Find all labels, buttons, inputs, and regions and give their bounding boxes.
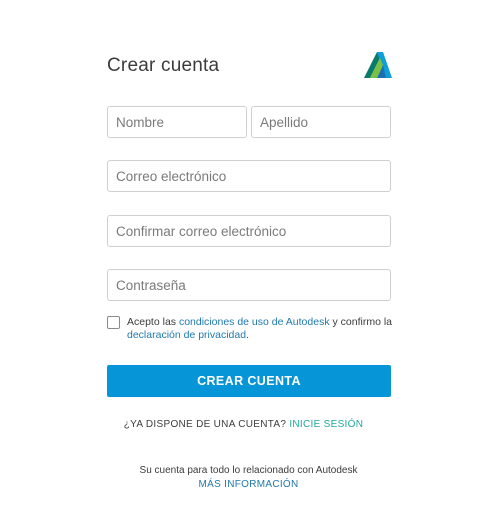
- create-account-button[interactable]: CREAR CUENTA: [107, 365, 391, 397]
- confirm-email-input[interactable]: [107, 215, 391, 247]
- privacy-statement-link[interactable]: declaración de privacidad: [127, 329, 246, 341]
- terms-text: Acepto las condiciones de uso de Autodes…: [127, 316, 397, 342]
- password-input[interactable]: [107, 269, 391, 301]
- last-name-input[interactable]: [251, 106, 391, 138]
- first-name-input[interactable]: [107, 106, 247, 138]
- more-info-link[interactable]: MÁS INFORMACIÓN: [198, 479, 298, 490]
- page-title: Crear cuenta: [107, 55, 220, 76]
- autodesk-logo-icon: [364, 52, 392, 78]
- terms-middle: y confirmo la: [329, 316, 392, 328]
- sign-in-prompt: ¿YA DISPONE DE UNA CUENTA? INICIE SESIÓN: [0, 419, 487, 430]
- footer-more-info: MÁS INFORMACIÓN: [0, 479, 487, 490]
- have-account-text: ¿YA DISPONE DE UNA CUENTA?: [123, 419, 290, 430]
- terms-prefix: Acepto las: [127, 316, 179, 328]
- terms-checkbox[interactable]: [107, 316, 120, 329]
- footer-account-text: Su cuenta para todo lo relacionado con A…: [139, 465, 358, 476]
- terms-of-use-link[interactable]: condiciones de uso de Autodesk: [179, 316, 330, 328]
- email-input[interactable]: [107, 160, 391, 192]
- terms-suffix: .: [246, 329, 249, 341]
- sign-in-link[interactable]: INICIE SESIÓN: [289, 419, 363, 430]
